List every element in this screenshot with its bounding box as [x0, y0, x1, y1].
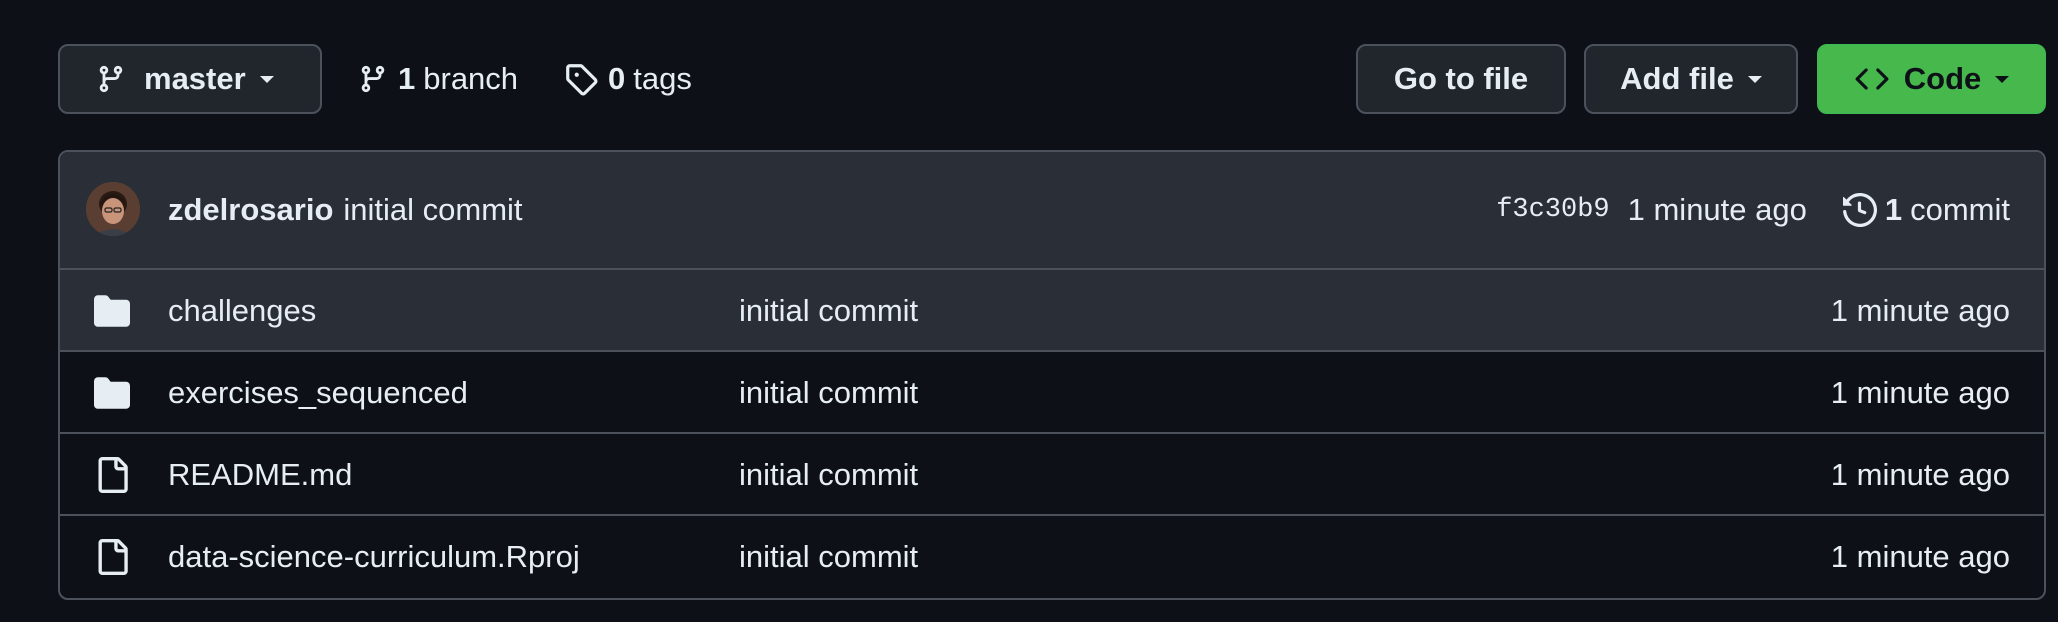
file-table: zdelrosario initial commit f3c30b9 1 min… [58, 150, 2046, 600]
repo-file-browser: master 1 branch 0 tags Go to file Add fi… [0, 0, 2058, 622]
file-name[interactable]: README.md [168, 434, 352, 516]
commit-count: 1 [1884, 192, 1903, 227]
avatar[interactable] [86, 182, 140, 236]
go-to-file-button[interactable]: Go to file [1356, 44, 1566, 114]
commit-message[interactable]: initial commit [343, 192, 522, 228]
commit-author[interactable]: zdelrosario [168, 192, 333, 228]
repo-toolbar: master 1 branch 0 tags Go to file Add fi… [58, 44, 2046, 114]
file-commit-age: 1 minute ago [1830, 375, 2010, 410]
branches-link[interactable]: 1 branch [358, 44, 518, 114]
table-row[interactable]: README.md initial commit 1 minute ago [60, 434, 2044, 516]
table-row[interactable]: data-science-curriculum.Rproj initial co… [60, 516, 2044, 598]
commit-time: 1 minute ago [1627, 192, 1807, 227]
history-icon [1842, 193, 1877, 227]
file-commit-message[interactable]: initial commit [739, 352, 918, 434]
table-row[interactable]: challenges initial commit 1 minute ago [60, 270, 2044, 352]
tag-count: 0 [608, 61, 626, 96]
file-commit-message[interactable]: initial commit [739, 516, 918, 598]
latest-commit-header: zdelrosario initial commit f3c30b9 1 min… [60, 152, 2044, 270]
code-button[interactable]: Code [1817, 44, 2046, 114]
file-name[interactable]: challenges [168, 270, 316, 352]
add-file-button[interactable]: Add file [1584, 44, 1798, 114]
git-branch-icon [99, 65, 123, 93]
branch-name: master [144, 61, 246, 96]
chevron-down-icon [259, 75, 274, 83]
branch-count: 1 [398, 61, 416, 96]
git-branch-icon [361, 65, 385, 93]
code-label: Code [1903, 61, 1982, 96]
file-commit-message[interactable]: initial commit [739, 434, 918, 516]
tag-icon [566, 64, 598, 96]
table-row[interactable]: exercises_sequenced initial commit 1 min… [60, 352, 2044, 434]
add-file-label: Add file [1620, 61, 1734, 96]
commit-sha[interactable]: f3c30b9 [1496, 195, 1609, 225]
go-to-file-label: Go to file [1393, 61, 1529, 96]
file-name[interactable]: data-science-curriculum.Rproj [168, 516, 580, 598]
file-icon [98, 457, 128, 493]
tag-count-label: tags [633, 61, 692, 96]
avatar-image [86, 182, 140, 236]
commit-count-label: commit [1910, 192, 2010, 227]
branch-count-label: branch [423, 61, 519, 96]
file-commit-age: 1 minute ago [1830, 539, 2010, 574]
tags-link[interactable]: 0 tags [564, 44, 692, 114]
folder-icon [94, 295, 130, 327]
chevron-down-icon [1747, 75, 1762, 83]
folder-icon [94, 377, 130, 409]
file-name[interactable]: exercises_sequenced [168, 352, 468, 434]
commit-history-link[interactable]: 1 commit [1842, 192, 2010, 228]
file-commit-age: 1 minute ago [1830, 457, 2010, 492]
latest-commit-meta: f3c30b9 1 minute ago 1 commit [1496, 152, 2010, 268]
branch-select-button[interactable]: master [58, 44, 322, 114]
file-commit-message[interactable]: initial commit [739, 270, 918, 352]
file-commit-age: 1 minute ago [1830, 293, 2010, 328]
file-icon [98, 539, 128, 575]
latest-commit-summary: zdelrosario initial commit [168, 152, 523, 268]
chevron-down-icon [1995, 75, 2010, 83]
code-icon [1855, 68, 1889, 90]
